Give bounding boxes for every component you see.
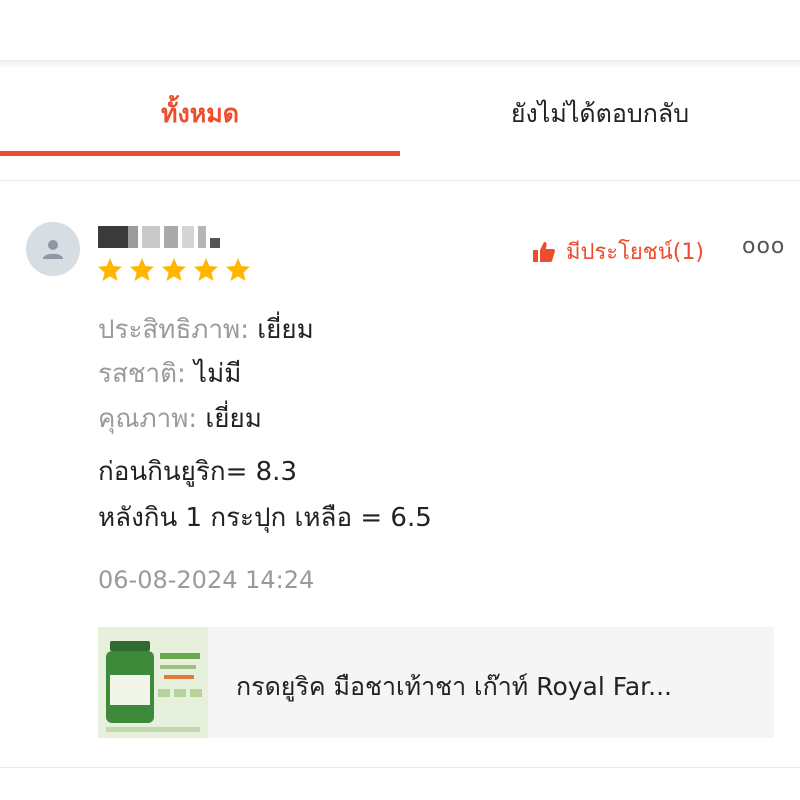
tab-unanswered[interactable]: ยังไม่ได้ตอบกลับ <box>400 68 800 160</box>
product-thumbnail <box>98 627 208 738</box>
attribute-row: คุณภาพ: เยี่ยม <box>98 403 262 435</box>
helpful-button[interactable]: มีประโยชน์(1) <box>532 234 704 269</box>
star-icon <box>161 258 187 281</box>
review-date: 06-08-2024 14:24 <box>98 566 315 594</box>
star-icon <box>129 258 155 281</box>
review-tabs: ทั้งหมด ยังไม่ได้ตอบกลับ <box>0 68 800 160</box>
thumbs-up-icon <box>533 241 555 262</box>
product-name: กรดยูริค มือชาเท้าชา เก๊าท์ Royal Far... <box>236 672 672 701</box>
star-icon <box>225 258 251 281</box>
attribute-value: เยี่ยม <box>257 315 314 345</box>
more-options-icon[interactable]: ooo <box>742 234 785 259</box>
attribute-row: ประสิทธิภาพ: เยี่ยม <box>98 314 314 346</box>
helpful-label: มีประโยชน์(1) <box>566 240 704 265</box>
divider <box>0 767 800 768</box>
product-card[interactable]: กรดยูริค มือชาเท้าชา เก๊าท์ Royal Far... <box>98 627 774 738</box>
attribute-value: ไม่มี <box>194 359 242 389</box>
top-bar <box>0 0 800 62</box>
avatar[interactable] <box>26 222 80 276</box>
review-text-line: หลังกิน 1 กระปุก เหลือ = 6.5 <box>98 503 432 533</box>
tab-all[interactable]: ทั้งหมด <box>0 68 400 160</box>
active-tab-indicator <box>0 151 400 156</box>
product-bottle-icon <box>98 627 208 738</box>
rating-stars <box>96 256 252 284</box>
top-shadow <box>0 60 800 68</box>
username-redacted <box>98 226 222 248</box>
user-icon <box>43 240 63 259</box>
attribute-value: เยี่ยม <box>205 404 262 434</box>
attribute-row: รสชาติ: ไม่มี <box>98 358 241 390</box>
divider <box>0 180 800 181</box>
star-icon <box>193 258 219 281</box>
review-text-line: ก่อนกินยูริก= 8.3 <box>98 457 297 487</box>
attribute-key: ประสิทธิภาพ: <box>98 315 249 345</box>
star-icon <box>97 258 123 281</box>
attribute-key: คุณภาพ: <box>98 404 198 434</box>
attribute-key: รสชาติ: <box>98 359 186 389</box>
